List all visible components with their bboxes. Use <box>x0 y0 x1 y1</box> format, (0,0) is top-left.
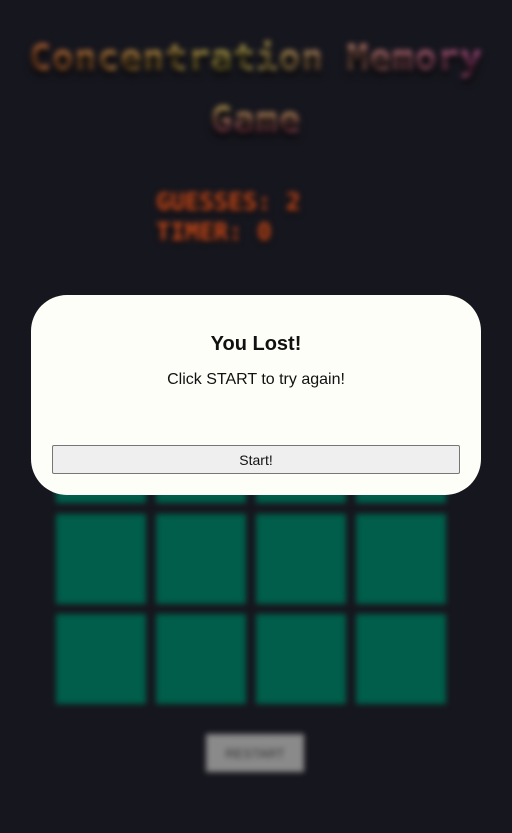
game-over-modal: You Lost! Click START to try again! Star… <box>31 295 481 495</box>
game-title-line-2: Game <box>0 100 512 141</box>
guesses-counter: GUESSES: 2 <box>156 188 301 216</box>
app-page: Concentration Memory Game GUESSES: 2 TIM… <box>0 0 512 833</box>
memory-card[interactable] <box>256 614 346 704</box>
start-button[interactable]: Start! <box>52 445 460 474</box>
modal-message: Click START to try again! <box>167 371 345 388</box>
timer-display: TIMER: 0 <box>156 218 272 246</box>
memory-card[interactable] <box>156 614 246 704</box>
memory-card[interactable] <box>256 514 346 604</box>
restart-button[interactable]: RESTART <box>206 734 304 772</box>
memory-card[interactable] <box>356 514 446 604</box>
memory-card[interactable] <box>356 614 446 704</box>
memory-card[interactable] <box>56 614 146 704</box>
game-title-line-1: Concentration Memory <box>0 38 512 79</box>
memory-card[interactable] <box>156 514 246 604</box>
modal-title: You Lost! <box>210 333 302 355</box>
memory-card[interactable] <box>56 514 146 604</box>
